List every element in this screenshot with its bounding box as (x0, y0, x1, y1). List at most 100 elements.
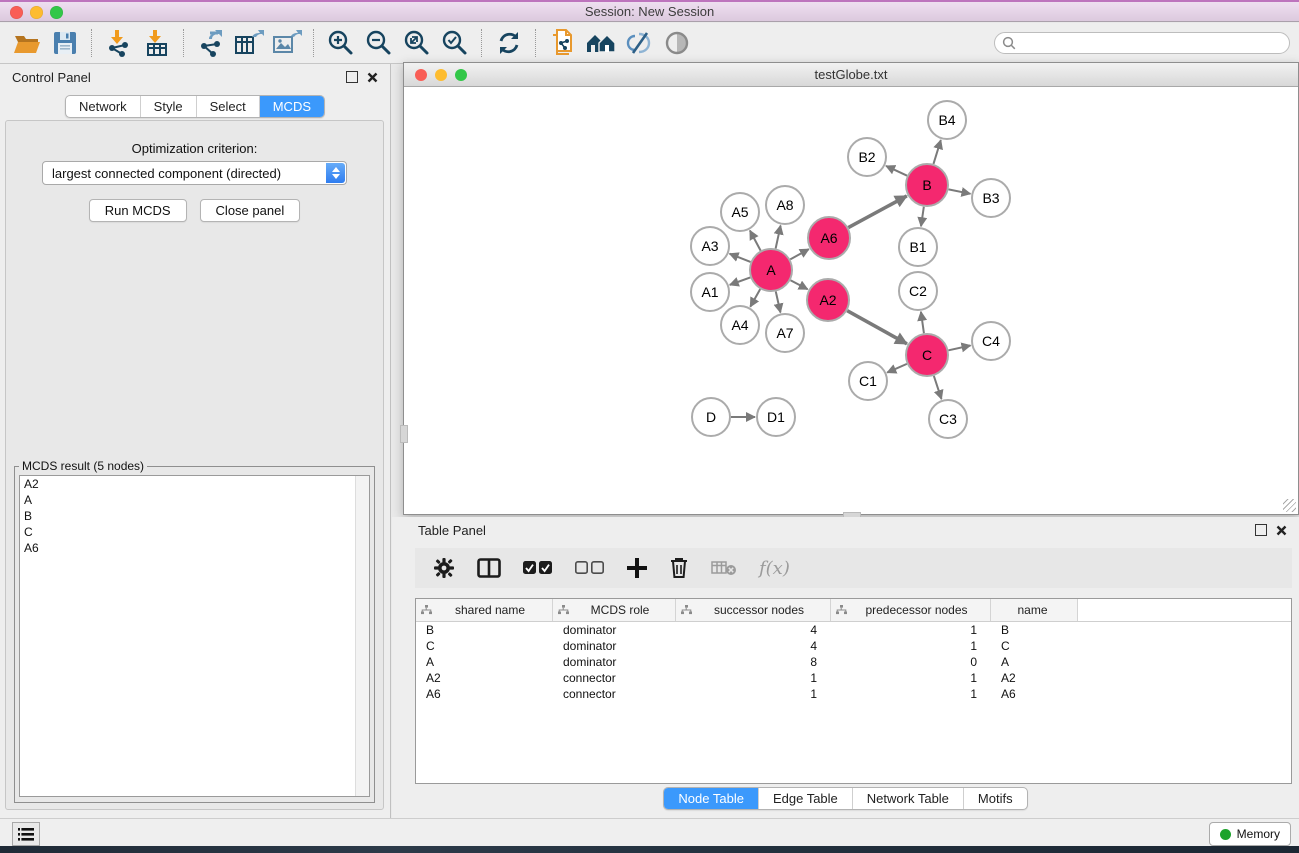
float-panel-icon[interactable] (346, 71, 358, 83)
export-network-icon[interactable] (192, 26, 230, 60)
delete-column-icon[interactable] (669, 557, 689, 579)
column-header-predecessor-nodes[interactable]: predecessor nodes (831, 599, 991, 621)
column-header-name[interactable]: name (991, 599, 1078, 621)
select-all-columns-icon[interactable] (523, 561, 553, 575)
network-close-button[interactable] (415, 69, 427, 81)
create-column-icon[interactable] (627, 558, 647, 578)
edge-A-A2[interactable] (790, 280, 807, 289)
node-B4[interactable]: B4 (928, 101, 966, 139)
open-file-icon[interactable] (8, 26, 46, 60)
table-row[interactable]: A2connector11A2 (416, 670, 1291, 686)
node-A1[interactable]: A1 (691, 273, 729, 311)
edge-A-A3[interactable] (730, 254, 751, 262)
edge-A-A7[interactable] (776, 291, 781, 312)
node-A5[interactable]: A5 (721, 193, 759, 231)
clone-network-icon[interactable] (544, 26, 582, 60)
table-row[interactable]: Bdominator41B (416, 622, 1291, 638)
edge-A-A5[interactable] (750, 231, 761, 251)
edge-B-B1[interactable] (921, 207, 924, 226)
result-scrollbar[interactable] (355, 476, 369, 796)
zoom-selected-icon[interactable] (436, 26, 474, 60)
minimize-window-button[interactable] (30, 6, 43, 19)
result-item[interactable]: A (20, 492, 369, 508)
mcds-result-list[interactable]: A2ABCA6 (19, 475, 370, 797)
first-neighbors-icon[interactable] (582, 26, 620, 60)
edge-A2-C[interactable] (847, 311, 907, 344)
close-panel-icon[interactable] (367, 72, 378, 83)
edge-C-C3[interactable] (934, 376, 942, 399)
column-header-shared-name[interactable]: shared name (416, 599, 553, 621)
tab-motifs[interactable]: Motifs (963, 788, 1027, 809)
node-B3[interactable]: B3 (972, 179, 1010, 217)
network-window-titlebar[interactable]: testGlobe.txt (404, 63, 1298, 87)
node-A[interactable]: A (750, 249, 792, 291)
tab-node-table[interactable]: Node Table (664, 788, 758, 809)
node-A8[interactable]: A8 (766, 186, 804, 224)
node-C3[interactable]: C3 (929, 400, 967, 438)
edge-C-C4[interactable] (948, 345, 970, 350)
close-table-panel-icon[interactable] (1276, 525, 1287, 536)
edge-A-A1[interactable] (730, 277, 751, 284)
tab-select[interactable]: Select (196, 96, 259, 117)
search-input[interactable] (1021, 35, 1282, 51)
save-session-icon[interactable] (46, 26, 84, 60)
node-B1[interactable]: B1 (899, 228, 937, 266)
zoom-out-icon[interactable] (360, 26, 398, 60)
edge-B-B4[interactable] (933, 140, 940, 164)
export-table-icon[interactable] (230, 26, 268, 60)
node-B2[interactable]: B2 (848, 138, 886, 176)
network-canvas[interactable]: B4B2BB3A5A8A6B1A3AC2A1A2A4A7C4CC1C3DD1 (404, 87, 1298, 514)
tab-edge-table[interactable]: Edge Table (758, 788, 852, 809)
edge-C-C1[interactable] (887, 364, 907, 373)
float-table-panel-icon[interactable] (1255, 524, 1267, 536)
tab-network-table[interactable]: Network Table (852, 788, 963, 809)
network-maximize-button[interactable] (455, 69, 467, 81)
network-graph[interactable]: B4B2BB3A5A8A6B1A3AC2A1A2A4A7C4CC1C3DD1 (404, 87, 1298, 514)
edge-B-B2[interactable] (886, 166, 907, 176)
memory-button[interactable]: Memory (1209, 822, 1291, 846)
edge-C-C2[interactable] (921, 312, 924, 333)
optimization-criterion-dropdown[interactable]: largest connected component (directed) (42, 161, 347, 185)
show-column-panel-icon[interactable] (477, 558, 501, 578)
close-panel-button[interactable]: Close panel (200, 199, 301, 222)
node-A6[interactable]: A6 (808, 217, 850, 259)
table-row[interactable]: A6connector11A6 (416, 686, 1291, 702)
window-resize-grip[interactable] (1283, 499, 1296, 512)
node-A7[interactable]: A7 (766, 314, 804, 352)
node-A4[interactable]: A4 (721, 306, 759, 344)
zoom-fit-icon[interactable] (398, 26, 436, 60)
network-minimize-button[interactable] (435, 69, 447, 81)
node-D[interactable]: D (692, 398, 730, 436)
node-C1[interactable]: C1 (849, 362, 887, 400)
vertical-splitter-handle[interactable] (400, 425, 408, 443)
edge-B-B3[interactable] (949, 189, 971, 193)
run-mcds-button[interactable]: Run MCDS (89, 199, 187, 222)
tab-mcds[interactable]: MCDS (259, 96, 324, 117)
hide-labels-icon[interactable] (620, 26, 658, 60)
tab-style[interactable]: Style (140, 96, 196, 117)
birds-eye-view-icon[interactable] (658, 26, 696, 60)
node-B[interactable]: B (906, 164, 948, 206)
export-image-icon[interactable] (268, 26, 306, 60)
node-D1[interactable]: D1 (757, 398, 795, 436)
tab-network[interactable]: Network (66, 96, 140, 117)
search-box[interactable] (994, 32, 1290, 54)
node-table[interactable]: shared nameMCDS rolesuccessor nodesprede… (415, 598, 1292, 784)
node-C[interactable]: C (906, 334, 948, 376)
edge-A-A4[interactable] (750, 289, 760, 307)
table-row[interactable]: Adominator80A (416, 654, 1291, 670)
column-header-mcds-role[interactable]: MCDS role (553, 599, 676, 621)
result-item[interactable]: A6 (20, 540, 369, 556)
edge-A-A8[interactable] (776, 226, 781, 249)
node-C2[interactable]: C2 (899, 272, 937, 310)
deselect-all-columns-icon[interactable] (575, 561, 605, 575)
zoom-in-icon[interactable] (322, 26, 360, 60)
result-item[interactable]: A2 (20, 476, 369, 492)
result-item[interactable]: C (20, 524, 369, 540)
show-panels-list-button[interactable] (12, 822, 40, 846)
result-item[interactable]: B (20, 508, 369, 524)
close-window-button[interactable] (10, 6, 23, 19)
node-A2[interactable]: A2 (807, 279, 849, 321)
edge-A6-B[interactable] (848, 196, 906, 228)
import-table-icon[interactable] (138, 26, 176, 60)
